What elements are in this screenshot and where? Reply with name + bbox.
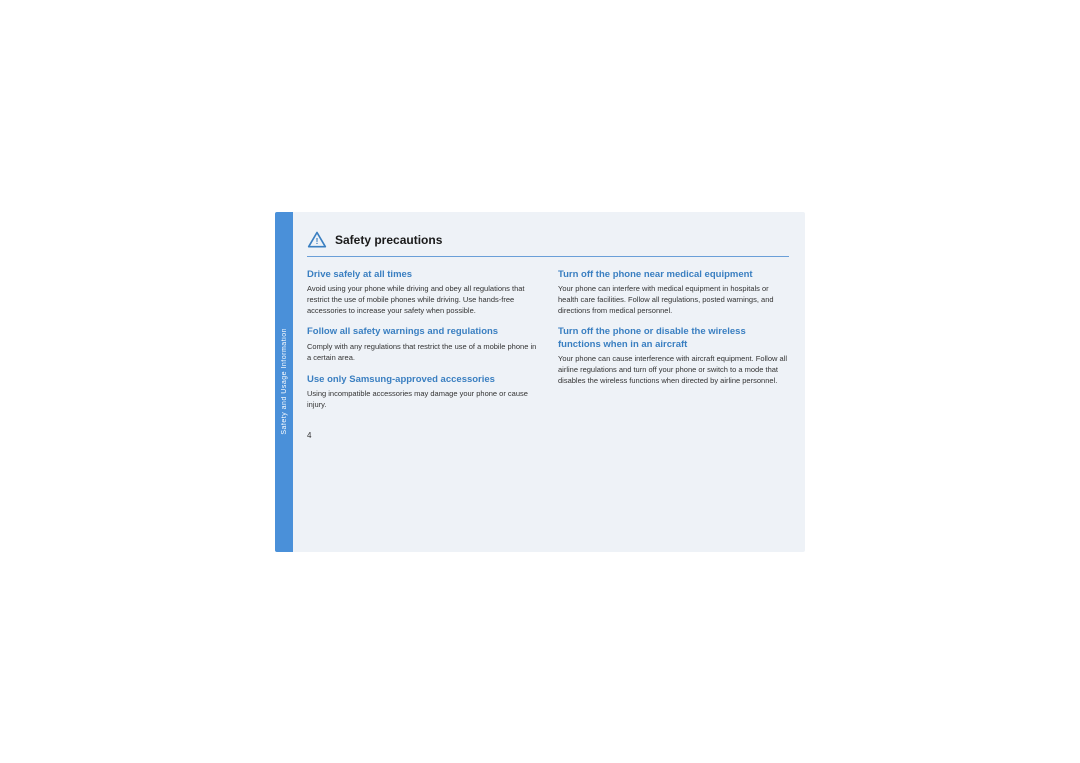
- section-drive-safely: Drive safely at all times Avoid using yo…: [307, 269, 538, 317]
- section-turn-off-medical-body: Your phone can interfere with medical eq…: [558, 284, 789, 317]
- side-tab-label: Safety and Usage Information: [281, 328, 288, 435]
- section-follow-warnings-body: Comply with any regulations that restric…: [307, 342, 538, 364]
- page-header: ! CAUTION Safety precautions: [307, 230, 789, 257]
- left-column: Drive safely at all times Avoid using yo…: [307, 269, 538, 538]
- section-turn-off-aircraft-title: Turn off the phone or disable the wirele…: [558, 326, 789, 351]
- section-turn-off-aircraft-body: Your phone can cause interference with a…: [558, 354, 789, 387]
- page-container: Safety and Usage Information ! CAUTION S…: [0, 0, 1080, 763]
- section-drive-safely-body: Avoid using your phone while driving and…: [307, 284, 538, 317]
- section-samsung-accessories-title: Use only Samsung-approved accessories: [307, 374, 538, 386]
- section-turn-off-medical-title: Turn off the phone near medical equipmen…: [558, 269, 789, 281]
- section-follow-warnings-title: Follow all safety warnings and regulatio…: [307, 326, 538, 338]
- svg-text:!: !: [316, 236, 319, 246]
- two-column-layout: Drive safely at all times Avoid using yo…: [307, 269, 789, 538]
- side-tab: Safety and Usage Information: [275, 212, 293, 552]
- section-follow-warnings: Follow all safety warnings and regulatio…: [307, 326, 538, 363]
- caution-triangle-icon: ! CAUTION: [307, 230, 327, 250]
- section-turn-off-aircraft: Turn off the phone or disable the wirele…: [558, 326, 789, 386]
- page-number: 4: [307, 431, 538, 440]
- section-drive-safely-title: Drive safely at all times: [307, 269, 538, 281]
- section-samsung-accessories: Use only Samsung-approved accessories Us…: [307, 374, 538, 411]
- section-turn-off-medical: Turn off the phone near medical equipmen…: [558, 269, 789, 317]
- right-column: Turn off the phone near medical equipmen…: [558, 269, 789, 538]
- page-title: Safety precautions: [335, 233, 442, 247]
- section-samsung-accessories-body: Using incompatible accessories may damag…: [307, 389, 538, 411]
- content-area: ! CAUTION Safety precautions Drive safel…: [293, 212, 805, 552]
- manual-page: Safety and Usage Information ! CAUTION S…: [275, 212, 805, 552]
